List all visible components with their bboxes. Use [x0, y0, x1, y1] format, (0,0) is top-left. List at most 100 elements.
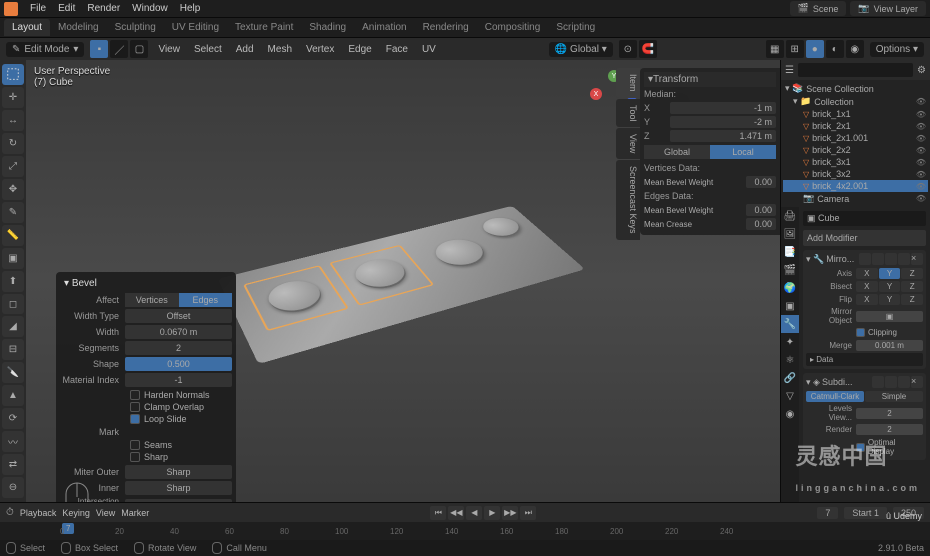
matprev-icon[interactable]: ◐: [826, 40, 844, 58]
annotate-tool[interactable]: ✎: [2, 202, 24, 223]
inset-tool[interactable]: ◻: [2, 294, 24, 315]
collection-row[interactable]: ▾ 📁 Collection👁: [783, 95, 928, 108]
prop-tab-viewlayer[interactable]: 📑: [781, 243, 799, 261]
tab-sculpting[interactable]: Sculpting: [107, 19, 164, 36]
median-y[interactable]: -2 m: [670, 116, 776, 128]
npanel-tab-tool[interactable]: Tool: [616, 99, 640, 128]
tab-rendering[interactable]: Rendering: [415, 19, 477, 36]
mod-toggle-icon[interactable]: [872, 376, 884, 388]
tab-uvediting[interactable]: UV Editing: [164, 19, 227, 36]
mirror-object-field[interactable]: ▣: [856, 311, 923, 322]
loopcut-tool[interactable]: ⊟: [2, 339, 24, 360]
outliner-item[interactable]: ▽brick_3x1👁: [783, 156, 928, 168]
pivot-icon[interactable]: ⊙: [619, 40, 637, 58]
scale-tool[interactable]: ⤢: [2, 156, 24, 177]
prop-tab-object[interactable]: ▣: [781, 297, 799, 315]
keyframe-next-icon[interactable]: ▶▶: [502, 506, 518, 520]
timeline-editor-icon[interactable]: ⏱: [6, 507, 14, 518]
polybuild-tool[interactable]: ▲: [2, 385, 24, 406]
edge-select-icon[interactable]: ／: [110, 40, 128, 58]
menu-render[interactable]: Render: [81, 3, 126, 14]
play-icon[interactable]: ▶: [484, 506, 500, 520]
wireframe-icon[interactable]: ⊞: [786, 40, 804, 58]
face-select-icon[interactable]: ▢: [130, 40, 148, 58]
menu-edit[interactable]: Edit: [52, 3, 81, 14]
hdr-uv[interactable]: UV: [418, 44, 440, 55]
optimal-display-check[interactable]: Optimal Display: [806, 437, 923, 457]
tab-texturepaint[interactable]: Texture Paint: [227, 19, 301, 36]
hdr-mesh[interactable]: Mesh: [264, 44, 296, 55]
scene-collection-row[interactable]: ▾ 📚 Scene Collection: [783, 82, 928, 95]
outliner-search[interactable]: [798, 63, 913, 77]
npanel-tab-screencast[interactable]: Screencast Keys: [616, 160, 640, 240]
median-x[interactable]: -1 m: [670, 102, 776, 114]
mark-sharp-check[interactable]: Sharp: [60, 451, 232, 463]
play-rev-icon[interactable]: ◀: [466, 506, 482, 520]
outliner-item-selected[interactable]: ▽brick_4x2.001👁: [783, 180, 928, 192]
hdr-select[interactable]: Select: [190, 44, 226, 55]
menu-help[interactable]: Help: [174, 3, 207, 14]
mirror-axis[interactable]: XYZ: [856, 268, 923, 279]
bevel-tool[interactable]: ◢: [2, 316, 24, 337]
mod-toggle-icon[interactable]: [898, 376, 910, 388]
prop-tab-output[interactable]: 🖼: [781, 225, 799, 243]
tab-modeling[interactable]: Modeling: [50, 19, 107, 36]
levels-viewport[interactable]: 2: [856, 408, 923, 419]
mod-toggle-icon[interactable]: [859, 253, 871, 265]
intersection-dd[interactable]: Grid Fill: [125, 499, 232, 502]
select-box-tool[interactable]: [2, 64, 24, 85]
filter-icon[interactable]: ⚙: [917, 65, 926, 76]
tl-keying[interactable]: Keying: [62, 508, 90, 518]
mod-toggle-icon[interactable]: [885, 376, 897, 388]
outliner-editor-icon[interactable]: ☰: [785, 65, 794, 76]
tl-view[interactable]: View: [96, 508, 115, 518]
outliner-camera[interactable]: 📷 Camera👁: [783, 192, 928, 205]
tab-scripting[interactable]: Scripting: [548, 19, 603, 36]
mark-seams-check[interactable]: Seams: [60, 439, 232, 451]
prop-tab-particles[interactable]: ✦: [781, 333, 799, 351]
add-cube-tool[interactable]: ▣: [2, 248, 24, 269]
scene-selector[interactable]: 🎬 Scene: [790, 1, 847, 16]
timeline-ruler[interactable]: 7 0 20 40 60 80 100 120 140 160 180 200 …: [0, 522, 930, 540]
outliner-tree[interactable]: ▾ 📚 Scene Collection ▾ 📁 Collection👁 ▽br…: [781, 80, 930, 207]
width-type-dropdown[interactable]: Offset: [125, 309, 232, 323]
affect-toggle[interactable]: VerticesEdges: [125, 293, 232, 307]
vertex-select-icon[interactable]: ▪: [90, 40, 108, 58]
props-breadcrumb[interactable]: ▣ Cube: [803, 211, 926, 226]
rendered-icon[interactable]: ◉: [846, 40, 864, 58]
outliner-item[interactable]: ▽brick_2x1👁: [783, 120, 928, 132]
median-z[interactable]: 1.471 m: [670, 130, 776, 142]
outliner-item[interactable]: ▽brick_2x2👁: [783, 144, 928, 156]
mod-toggle-icon[interactable]: [898, 253, 910, 265]
spin-tool[interactable]: ⟳: [2, 408, 24, 429]
levels-render[interactable]: 2: [856, 424, 923, 435]
smooth-tool[interactable]: 〰: [2, 431, 24, 452]
prop-tab-data[interactable]: ▽: [781, 387, 799, 405]
tab-animation[interactable]: Animation: [354, 19, 414, 36]
space-toggle[interactable]: GlobalLocal: [644, 145, 776, 159]
add-modifier-button[interactable]: Add Modifier: [803, 230, 926, 246]
menu-window[interactable]: Window: [126, 3, 174, 14]
prop-tab-constraints[interactable]: 🔗: [781, 369, 799, 387]
shape-field[interactable]: 0.500: [125, 357, 232, 371]
jump-end-icon[interactable]: ⏭: [520, 506, 536, 520]
move-tool[interactable]: ↔: [2, 110, 24, 131]
subd-type[interactable]: Catmull-ClarkSimple: [806, 391, 923, 402]
mirror-flip[interactable]: XYZ: [856, 294, 923, 305]
edgeslide-tool[interactable]: ⇄: [2, 454, 24, 475]
npanel-tab-view[interactable]: View: [616, 128, 640, 159]
bevel-title[interactable]: ▾ Bevel: [60, 276, 232, 291]
hdr-edge[interactable]: Edge: [344, 44, 375, 55]
hdr-vertex[interactable]: Vertex: [302, 44, 338, 55]
tl-marker[interactable]: Marker: [121, 508, 149, 518]
clamp-overlap-check[interactable]: Clamp Overlap: [60, 401, 232, 413]
merge-field[interactable]: 0.001 m: [856, 340, 923, 351]
current-frame-field[interactable]: 7: [817, 507, 838, 519]
tl-playback[interactable]: Playback: [20, 508, 57, 518]
miter-outer-dd[interactable]: Sharp: [125, 465, 232, 479]
mod-toggle-icon[interactable]: [885, 253, 897, 265]
prop-tab-world[interactable]: 🌍: [781, 279, 799, 297]
miter-inner-dd[interactable]: Sharp: [125, 481, 232, 495]
mod-close-icon[interactable]: ×: [911, 253, 923, 265]
segments-field[interactable]: 2: [125, 341, 232, 355]
